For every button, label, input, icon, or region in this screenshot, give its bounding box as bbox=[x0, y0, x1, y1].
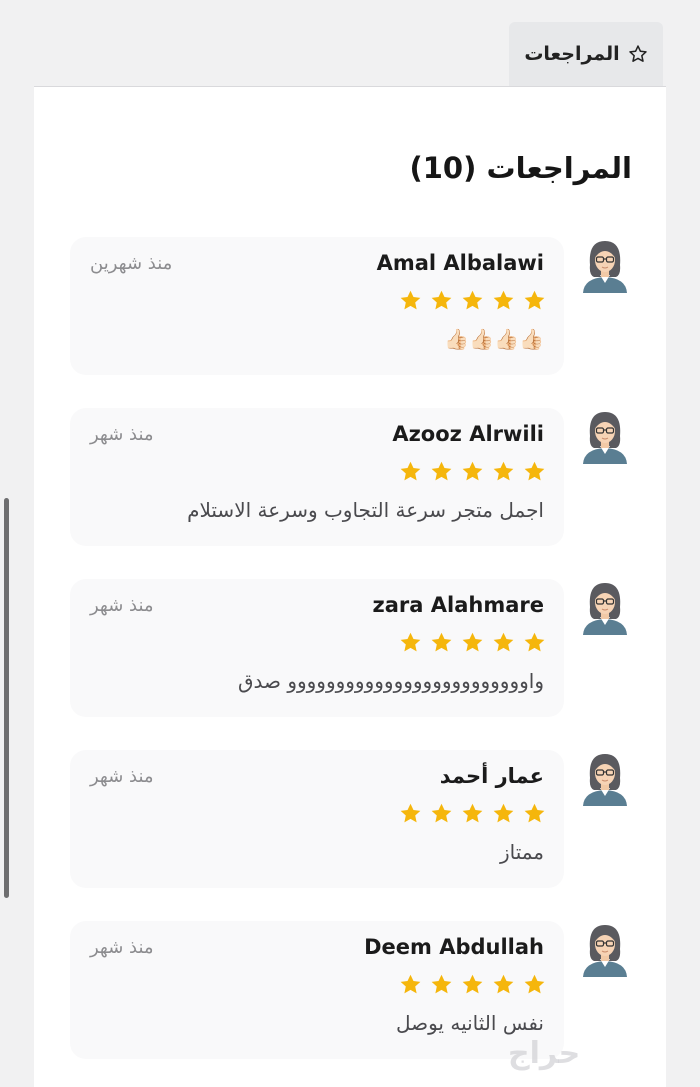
avatar bbox=[580, 579, 630, 635]
star-icon bbox=[493, 290, 514, 310]
tab-reviews[interactable]: المراجعات bbox=[509, 22, 663, 86]
review-item: عمار أحمد منذ شهر ممتاز bbox=[34, 750, 666, 890]
reviews-list: Amal Albalawi منذ شهرين 👍🏻👍🏻👍🏻👍🏻 Azooz A… bbox=[34, 87, 666, 1087]
star-icon bbox=[400, 290, 421, 310]
rating-stars bbox=[399, 802, 546, 825]
review-card: Deem Abdullah منذ شهر نفس الثانيه يوصل bbox=[70, 921, 564, 1059]
star-icon bbox=[524, 632, 545, 652]
star-icon bbox=[462, 974, 483, 994]
review-time: منذ شهر bbox=[90, 424, 154, 445]
star-icon bbox=[524, 974, 545, 994]
star-icon bbox=[462, 461, 483, 481]
avatar bbox=[580, 237, 630, 293]
star-icon bbox=[524, 290, 545, 310]
star-icon bbox=[431, 632, 452, 652]
review-text: نفس الثانيه يوصل bbox=[395, 1011, 544, 1035]
review-item: Amal Albalawi منذ شهرين 👍🏻👍🏻👍🏻👍🏻 bbox=[34, 237, 666, 377]
review-card: zara Alahmare منذ شهر واوووووووووووووووو… bbox=[70, 579, 564, 717]
review-text: 👍🏻👍🏻👍🏻👍🏻 bbox=[444, 327, 544, 351]
watermark-logo: حراج bbox=[508, 1036, 581, 1071]
star-icon bbox=[493, 461, 514, 481]
scrollbar[interactable] bbox=[4, 498, 9, 898]
star-icon bbox=[431, 290, 452, 310]
avatar bbox=[580, 408, 630, 464]
rating-stars bbox=[399, 289, 546, 312]
star-icon bbox=[493, 974, 514, 994]
review-card: Amal Albalawi منذ شهرين 👍🏻👍🏻👍🏻👍🏻 bbox=[70, 237, 564, 375]
star-icon bbox=[462, 290, 483, 310]
star-icon bbox=[431, 803, 452, 823]
reviewer-name[interactable]: Azooz Alrwili bbox=[392, 422, 544, 446]
review-time: منذ شهر bbox=[90, 937, 154, 958]
reviewer-name[interactable]: zara Alahmare bbox=[373, 593, 544, 617]
star-icon bbox=[400, 632, 421, 652]
star-icon bbox=[400, 461, 421, 481]
review-card: عمار أحمد منذ شهر ممتاز bbox=[70, 750, 564, 888]
star-icon bbox=[400, 803, 421, 823]
tab-reviews-label: المراجعات bbox=[524, 43, 620, 65]
avatar bbox=[580, 921, 630, 977]
reviewer-name[interactable]: Amal Albalawi bbox=[377, 251, 544, 275]
star-icon bbox=[493, 803, 514, 823]
star-icon bbox=[431, 461, 452, 481]
reviewer-name[interactable]: عمار أحمد bbox=[440, 764, 544, 788]
star-outline-icon bbox=[628, 45, 647, 62]
review-time: منذ شهر bbox=[90, 766, 154, 787]
star-icon bbox=[524, 461, 545, 481]
star-icon bbox=[400, 974, 421, 994]
star-icon bbox=[431, 974, 452, 994]
review-text: واووووووووووووووووووووووووو صدق bbox=[237, 669, 544, 693]
reviewer-name[interactable]: Deem Abdullah bbox=[364, 935, 544, 959]
avatar bbox=[580, 750, 630, 806]
star-icon bbox=[462, 803, 483, 823]
rating-stars bbox=[399, 631, 546, 654]
rating-stars bbox=[399, 973, 546, 996]
review-card: Azooz Alrwili منذ شهر اجمل متجر سرعة الت… bbox=[70, 408, 564, 546]
review-item: Azooz Alrwili منذ شهر اجمل متجر سرعة الت… bbox=[34, 408, 666, 548]
review-item: zara Alahmare منذ شهر واوووووووووووووووو… bbox=[34, 579, 666, 719]
star-icon bbox=[462, 632, 483, 652]
star-icon bbox=[524, 803, 545, 823]
review-text: ممتاز bbox=[499, 840, 544, 864]
star-icon bbox=[493, 632, 514, 652]
review-text: اجمل متجر سرعة التجاوب وسرعة الاستلام bbox=[187, 498, 544, 522]
rating-stars bbox=[399, 460, 546, 483]
review-time: منذ شهرين bbox=[90, 253, 173, 274]
review-time: منذ شهر bbox=[90, 595, 154, 616]
reviews-panel: المراجعات (10) Amal Albalawi منذ شهرين 👍… bbox=[34, 86, 666, 1087]
